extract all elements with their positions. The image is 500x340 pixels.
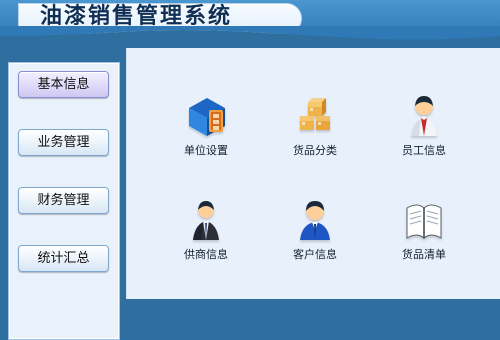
bottom-frame: [126, 299, 500, 321]
sidebar-item-statistics-summary[interactable]: 统计汇总: [18, 245, 109, 272]
sidebar-item-basic-info[interactable]: 基本信息: [18, 71, 109, 98]
module-goods-list[interactable]: 货品清单: [379, 186, 469, 278]
module-goods-category[interactable]: 货品分类: [270, 82, 360, 174]
module-customer-info[interactable]: 客户信息: [270, 186, 360, 278]
title-bar: 油漆销售管理系统: [0, 0, 500, 48]
boxes-icon: [300, 98, 330, 130]
sidebar-item-label: 财务管理: [37, 193, 90, 208]
module-unit-settings[interactable]: 单位设置: [161, 82, 251, 174]
sidebar-item-label: 业务管理: [37, 135, 90, 150]
notebook-icon: [406, 204, 442, 240]
header-wave-decoration: [0, 26, 500, 48]
module-label: 供商信息: [184, 248, 228, 261]
module-label: 客户信息: [293, 248, 337, 261]
module-label: 货品清单: [402, 248, 446, 261]
employee-icon: [411, 96, 437, 136]
supplier-icon: [193, 201, 219, 240]
module-panel: 单位设置 货品分类 员工信息 供商信息 客户信息 货品清单: [126, 48, 500, 299]
module-supplier-info[interactable]: 供商信息: [161, 186, 251, 278]
module-label: 员工信息: [402, 144, 446, 157]
sidebar-panel: 基本信息 业务管理 财务管理 统计汇总: [8, 62, 120, 340]
sidebar: 基本信息 业务管理 财务管理 统计汇总: [0, 48, 126, 340]
sidebar-item-label: 统计汇总: [37, 251, 90, 266]
app-window: 油漆销售管理系统 基本信息 业务管理 财务管理 统计汇总 单位设置 货品分类 员…: [0, 0, 500, 340]
customer-icon: [300, 201, 330, 240]
sidebar-item-business-management[interactable]: 业务管理: [18, 129, 109, 156]
building-icon: [189, 98, 225, 136]
module-label: 货品分类: [293, 144, 337, 157]
sidebar-item-label: 基本信息: [37, 77, 90, 92]
module-employee-info[interactable]: 员工信息: [379, 82, 469, 174]
panel-bottom-edge: [128, 288, 496, 298]
sidebar-item-finance-management[interactable]: 财务管理: [18, 187, 109, 214]
module-label: 单位设置: [184, 144, 228, 157]
